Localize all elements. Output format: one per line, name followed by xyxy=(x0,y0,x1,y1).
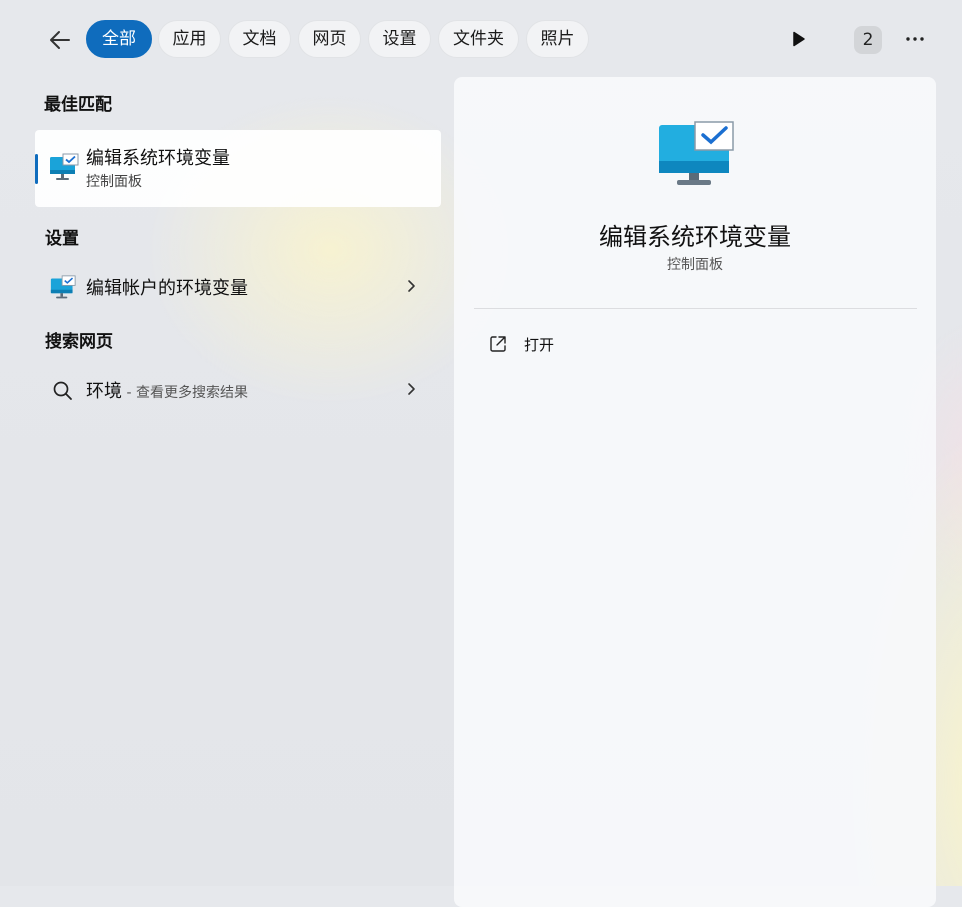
section-best-match-heading: 最佳匹配 xyxy=(44,95,112,115)
web-search-suffix: - 查看更多搜索结果 xyxy=(122,385,248,401)
search-icon xyxy=(53,381,72,400)
count-badge[interactable]: 2 xyxy=(854,26,882,54)
detail-subtitle: 控制面板 xyxy=(667,257,723,273)
open-action[interactable]: 打开 xyxy=(474,327,917,363)
section-web-search-heading: 搜索网页 xyxy=(45,332,113,352)
play-icon[interactable] xyxy=(786,27,810,51)
more-icon[interactable] xyxy=(902,27,928,51)
best-match-title: 编辑系统环境变量 xyxy=(86,148,230,169)
open-action-label: 打开 xyxy=(524,336,555,354)
tab-all[interactable]: 全部 xyxy=(86,20,152,58)
tab-apps[interactable]: 应用 xyxy=(158,20,221,58)
system-monitor-icon xyxy=(659,121,734,185)
settings-item-title: 编辑帐户的环境变量 xyxy=(86,278,248,299)
chevron-right-icon[interactable] xyxy=(405,380,419,398)
detail-panel: 编辑系统环境变量 控制面板 打开 xyxy=(454,77,936,907)
detail-title: 编辑系统环境变量 xyxy=(599,223,791,251)
settings-result-item[interactable]: 编辑帐户的环境变量 xyxy=(35,261,441,311)
system-monitor-icon xyxy=(50,153,79,180)
web-search-text: 环境 - 查看更多搜索结果 xyxy=(86,377,248,403)
web-search-result-item[interactable]: 环境 - 查看更多搜索结果 xyxy=(35,364,441,414)
web-search-query: 环境 xyxy=(86,381,122,402)
tab-folders[interactable]: 文件夹 xyxy=(438,20,519,58)
tab-photos[interactable]: 照片 xyxy=(526,20,589,58)
system-monitor-icon xyxy=(50,275,76,299)
section-settings-heading: 设置 xyxy=(45,229,79,249)
back-arrow-icon[interactable] xyxy=(44,24,76,56)
open-external-icon xyxy=(490,336,506,352)
tab-settings[interactable]: 设置 xyxy=(368,20,431,58)
selection-indicator xyxy=(35,154,38,184)
tab-web[interactable]: 网页 xyxy=(298,20,361,58)
best-match-result[interactable]: 编辑系统环境变量 控制面板 xyxy=(35,130,441,207)
tab-documents[interactable]: 文档 xyxy=(228,20,291,58)
filter-bar: 全部 应用 文档 网页 设置 文件夹 照片 2 xyxy=(0,0,962,80)
best-match-subtitle: 控制面板 xyxy=(86,174,142,190)
chevron-right-icon[interactable] xyxy=(405,277,419,295)
divider xyxy=(474,308,917,309)
